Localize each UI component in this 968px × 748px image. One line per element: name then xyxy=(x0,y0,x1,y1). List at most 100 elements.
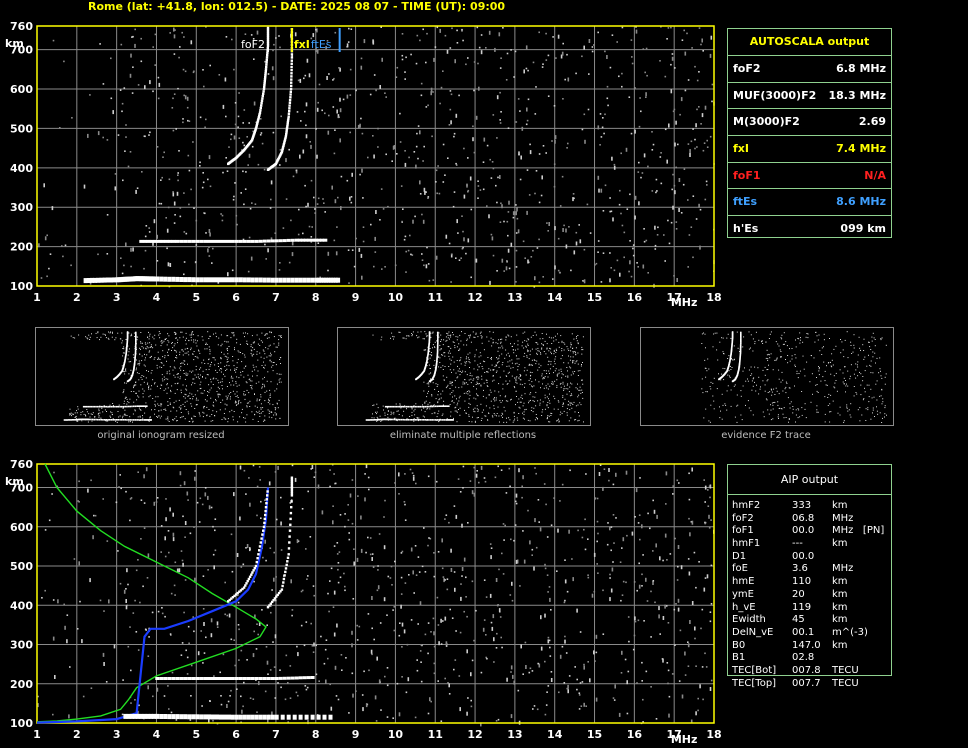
aip-param: D1 xyxy=(732,550,747,562)
trace-point xyxy=(290,56,294,59)
y-tick-label: 100 xyxy=(10,280,33,293)
x-tick-label: 10 xyxy=(388,291,404,304)
thumb-trace-point xyxy=(409,419,411,421)
autoscala-param: MUF(3000)F2 xyxy=(733,88,817,102)
y-tick-label: 600 xyxy=(10,83,33,96)
x-tick-label: 9 xyxy=(352,728,360,741)
trace-point xyxy=(203,239,208,243)
x-tick-label: 18 xyxy=(706,728,721,741)
autoscala-value: N/A xyxy=(864,168,886,182)
trace-point xyxy=(266,239,271,243)
thumb-evidence-plot xyxy=(701,331,887,423)
trace-point xyxy=(294,277,299,283)
trace-point xyxy=(167,714,172,720)
trace-point xyxy=(287,112,291,115)
trace-point xyxy=(258,714,263,720)
trace-point xyxy=(289,90,292,93)
trace-point xyxy=(250,277,255,283)
thumb-trace-point xyxy=(107,419,109,421)
thumb-trace-point xyxy=(739,351,742,353)
thumb-eliminate-plot xyxy=(365,331,584,423)
trace-point xyxy=(139,239,144,243)
trace-point xyxy=(171,276,176,282)
trace-point xyxy=(263,521,266,525)
trace-point xyxy=(195,277,200,283)
trace-point xyxy=(195,239,200,243)
x-tick-label: 12 xyxy=(467,728,482,741)
trace-point xyxy=(288,541,291,544)
trace-point xyxy=(260,537,263,540)
thumb-trace-point xyxy=(436,348,439,350)
thumb-trace-point xyxy=(372,419,375,421)
trace-point xyxy=(211,239,215,243)
thumb-trace-point xyxy=(392,418,394,421)
thumb-trace-point xyxy=(127,419,130,421)
thumb-trace-point xyxy=(114,405,116,408)
thumb-trace-point xyxy=(429,419,432,421)
trace-point xyxy=(211,714,215,720)
trace-point xyxy=(278,239,283,243)
thumb-trace-point xyxy=(731,331,734,333)
y-tick-label: 200 xyxy=(10,678,33,691)
marker-ftEs-label: ftEs xyxy=(311,38,332,51)
thumb-trace-point xyxy=(135,337,137,339)
trace-point xyxy=(290,238,295,242)
trace-point xyxy=(238,277,243,283)
trace-point xyxy=(266,277,271,283)
trace-point xyxy=(159,677,164,680)
trace-point xyxy=(288,98,292,102)
aip-value: 45 xyxy=(792,614,805,626)
trace-point xyxy=(270,239,275,243)
thumb-trace-point xyxy=(397,405,399,408)
thumb-trace-point xyxy=(437,337,439,339)
thumb-trace-point xyxy=(404,405,406,408)
trace-point xyxy=(199,714,204,720)
thumb-trace-point xyxy=(134,349,137,352)
trace-point xyxy=(227,277,231,283)
aip-param: DelN_vE xyxy=(732,626,774,638)
trace-point xyxy=(175,276,180,282)
aip-unit: MHz xyxy=(832,563,854,575)
series-line xyxy=(36,463,267,723)
thumb-trace-point xyxy=(97,418,99,421)
aip-unit: TECU xyxy=(832,677,859,689)
thumb-trace-point xyxy=(88,418,90,421)
thumb-trace-point xyxy=(121,419,123,421)
thumb-trace-point xyxy=(129,405,132,408)
thumb-trace-point xyxy=(136,419,138,421)
trace-point xyxy=(282,676,287,680)
trace-point xyxy=(298,676,303,680)
x-tick-label: 18 xyxy=(706,291,721,304)
trace-point xyxy=(238,714,243,720)
autoscala-param: foF2 xyxy=(733,62,761,75)
trace-point xyxy=(183,239,188,243)
thumb-trace-point xyxy=(452,419,454,421)
thumb-trace-point xyxy=(136,405,138,407)
thumb-trace-point xyxy=(86,405,88,408)
trace-point xyxy=(163,714,168,719)
autoscala-param: fxI xyxy=(733,142,749,156)
thumb-trace-point xyxy=(739,352,742,354)
thumb-trace-point xyxy=(437,333,439,335)
aip-param: foF2 xyxy=(732,512,754,524)
autoscala-value: 18.3 MHz xyxy=(828,88,886,102)
aip-param: hmE xyxy=(732,576,755,588)
thumb-trace-point xyxy=(400,405,403,408)
aip-value: 119 xyxy=(792,601,812,613)
trace-point xyxy=(191,677,196,680)
trace-point xyxy=(245,582,248,585)
thumb-trace-point xyxy=(384,405,387,408)
trace-point xyxy=(230,277,235,283)
trace-point xyxy=(247,577,251,581)
x-tick-label: 11 xyxy=(428,728,443,741)
thumb-trace-point xyxy=(135,340,137,342)
aip-unit: TECU xyxy=(832,664,859,676)
trace-point xyxy=(260,102,263,105)
x-tick-label: 8 xyxy=(312,291,320,304)
thumb-trace-point xyxy=(124,405,126,408)
thumb-trace-point xyxy=(433,405,435,408)
aip-value: 110 xyxy=(792,576,812,588)
trace-point xyxy=(262,714,267,720)
trace-point xyxy=(160,239,165,243)
thumb-trace-point xyxy=(429,405,432,408)
